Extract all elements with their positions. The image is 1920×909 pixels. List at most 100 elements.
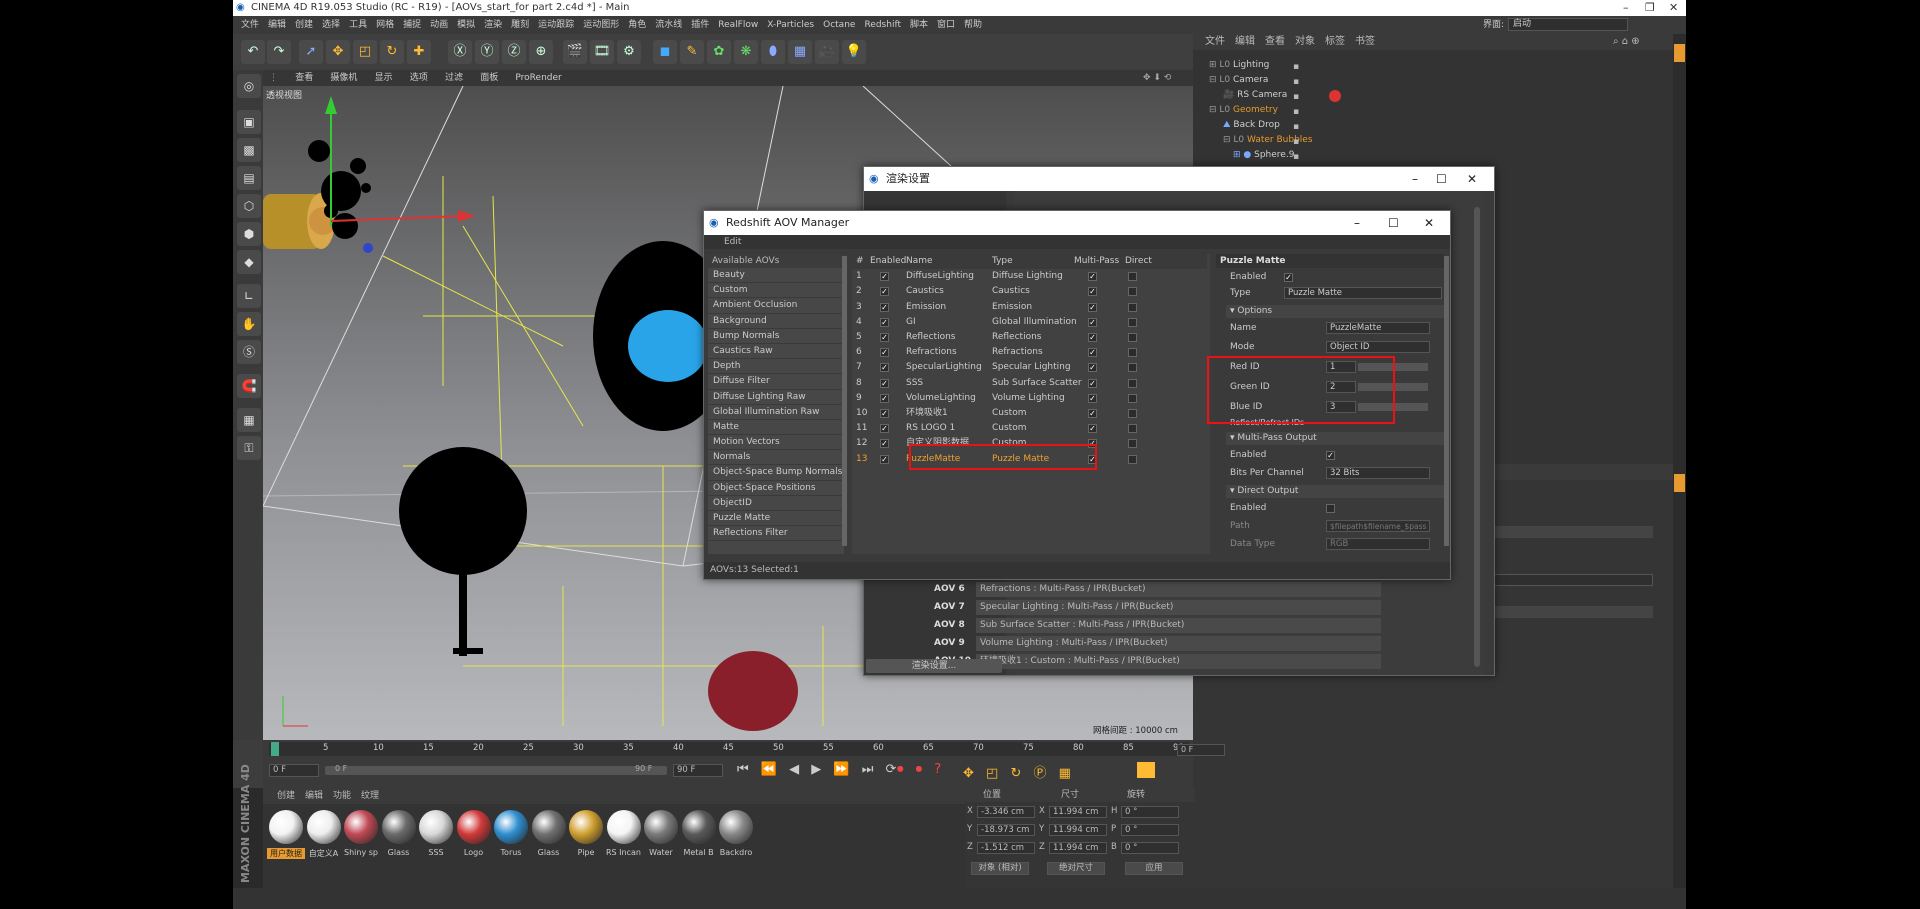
coord-rotation-field[interactable]: 0 ° [1121,806,1179,818]
maximize-icon[interactable]: ☐ [1436,167,1447,191]
aov-multipass-checkbox[interactable]: ✓ [1088,348,1097,358]
menu-script[interactable]: 脚本 [910,20,928,30]
array-icon[interactable]: ❋ [734,40,758,64]
coord-system-icon[interactable]: ⊕ [529,40,553,64]
tweak-icon[interactable]: ✋ [237,312,261,336]
menu-simulate[interactable]: 模拟 [457,20,475,30]
aov-multipass-checkbox[interactable]: ✓ [1088,302,1097,312]
object-camera[interactable]: ⊟ L0 Camera [1209,73,1268,88]
aov-menu-edit[interactable]: Edit [724,237,741,247]
props-name-input[interactable]: PuzzleMatte [1326,322,1430,334]
aov-direct-checkbox[interactable] [1128,317,1137,327]
add-icon[interactable]: ✚ [407,40,431,64]
object-rs-camera[interactable]: 🎥 RS Camera [1223,88,1287,103]
rs-aov-row[interactable]: AOV 7 Specular Lighting : Multi-Pass / IP… [934,600,1381,615]
lock-workplane-icon[interactable]: ⚿ [237,436,261,460]
aov-grid-row[interactable]: 2 ✓ Caustics Caustics ✓ [852,284,1207,299]
material-swatch[interactable] [269,810,303,844]
aov-enabled-checkbox[interactable]: ✓ [880,424,889,434]
menu-help[interactable]: 帮助 [964,20,982,30]
menu-plugins[interactable]: 插件 [691,20,709,30]
x-axis-icon[interactable]: Ⓧ [448,40,472,64]
aov-grid-row[interactable]: 4 ✓ GI Global Illumination ✓ [852,315,1207,330]
object-sphere-9[interactable]: ⊞ ● Sphere.9 [1233,148,1294,163]
pen-icon[interactable]: ✎ [680,40,704,64]
available-aov-item[interactable]: Puzzle Matte [708,511,844,527]
grid-icon[interactable]: ▦ [237,408,261,432]
render-settings-button[interactable]: 渲染设置... [866,659,1002,673]
viewport-menu-cameras[interactable]: 摄像机 [330,73,357,83]
rs-aov-row[interactable]: AOV 9 Volume Lighting : Multi-Pass / IPR(… [934,636,1381,651]
menu-octane[interactable]: Octane [823,20,855,30]
axis-mode-icon[interactable]: ∟ [237,284,261,308]
coord-size-field[interactable]: 11.994 cm [1049,824,1107,836]
aov-direct-checkbox[interactable] [1128,363,1137,373]
rs-aov-row[interactable]: AOV 6 Refractions : Multi-Pass / IPR(Buck… [934,582,1381,597]
move-icon[interactable]: ✥ [326,40,350,64]
props-bits-select[interactable]: 32 Bits [1326,467,1430,479]
props-datatype-select[interactable]: RGB [1326,538,1430,550]
coord-rotation-field[interactable]: 0 ° [1121,842,1179,854]
coord-mode-select[interactable]: 对象 (相对) [971,862,1029,875]
mat-menu-edit[interactable]: 编辑 [305,791,323,801]
deformer-icon[interactable]: ⬮ [761,40,785,64]
available-aov-item[interactable]: Object-Space Positions [708,480,844,496]
props-enabled-checkbox[interactable]: ✓ [1284,273,1293,282]
aov-multipass-checkbox[interactable]: ✓ [1088,393,1097,403]
rotate-icon[interactable]: ↻ [380,40,404,64]
aov-direct-checkbox[interactable] [1128,393,1137,403]
mat-menu-create[interactable]: 创建 [277,791,295,801]
aov-multipass-checkbox[interactable]: ✓ [1088,272,1097,282]
aov-multipass-checkbox[interactable]: ✓ [1088,363,1097,373]
minimize-icon[interactable]: – [1623,0,1629,16]
menu-window[interactable]: 窗口 [937,20,955,30]
menu-pipeline[interactable]: 流水线 [655,20,682,30]
available-aov-item[interactable]: Matte [708,419,844,436]
object-back-drop[interactable]: ⛰ Back Drop [1223,118,1280,133]
material-swatch[interactable] [606,810,641,844]
range-slider[interactable]: 0 F 90 F [325,764,667,775]
maximize-icon[interactable]: ☐ [1388,211,1399,235]
coord-position-field[interactable]: -1.512 cm [977,842,1035,854]
menu-sculpt[interactable]: 雕刻 [511,20,529,30]
om-menu-file[interactable]: 文件 [1205,36,1225,47]
available-aov-item[interactable]: Motion Vectors [708,435,844,451]
props-options-header[interactable]: ▾ Options [1226,305,1446,318]
props-type-select[interactable]: Puzzle Matte [1284,287,1442,299]
aov-direct-checkbox[interactable] [1128,378,1137,388]
restore-icon[interactable]: ❐ [1645,0,1655,16]
menu-tools[interactable]: 工具 [349,20,367,30]
render-settings-scrollbar[interactable] [1474,207,1480,667]
select-arrow-icon[interactable]: ➚ [299,40,323,64]
menu-realflow[interactable]: RealFlow [718,20,758,30]
aov-direct-checkbox[interactable] [1128,348,1137,358]
current-frame-field[interactable]: 0 F [1177,744,1225,756]
available-aov-item[interactable]: Diffuse Filter [708,374,844,390]
props-path-input[interactable]: $filepath$filename_$pass [1326,520,1430,532]
props-multipass-enabled-checkbox[interactable]: ✓ [1326,451,1335,460]
close-icon[interactable]: ✕ [1669,0,1678,16]
scale-icon[interactable]: ◰ [353,40,377,64]
material-swatch[interactable] [381,810,416,844]
available-aov-item[interactable]: Object-Space Bump Normals [708,465,844,481]
om-menu-bookmarks[interactable]: 书签 [1355,36,1375,47]
aov-enabled-checkbox[interactable]: ✓ [880,378,889,388]
menu-mesh[interactable]: 网格 [376,20,394,30]
aov-enabled-checkbox[interactable]: ✓ [880,333,889,342]
viewport-menu-panel[interactable]: 面板 [480,73,498,83]
available-aov-item[interactable]: Depth [708,359,844,375]
record-controls[interactable]: ⏺ ⏺ ? [897,762,945,777]
mat-menu-function[interactable]: 功能 [333,791,351,801]
timeline-editor-icon[interactable] [1137,762,1155,778]
coord-size-mode-select[interactable]: 绝对尺寸 [1047,862,1105,875]
rs-aov-row[interactable]: AOV 8 Sub Surface Scatter : Multi-Pass / … [934,618,1381,633]
menu-redshift[interactable]: Redshift [864,20,901,30]
props-multipass-header[interactable]: ▾ Multi-Pass Output [1226,432,1446,445]
aov-grid-row[interactable]: 11 ✓ RS LOGO 1 Custom ✓ [852,421,1207,436]
menu-render[interactable]: 渲染 [484,20,502,30]
menu-animate[interactable]: 动画 [430,20,448,30]
menu-character[interactable]: 角色 [628,20,646,30]
available-aov-item[interactable]: Normals [708,450,844,466]
material-swatch[interactable] [456,810,491,844]
aov-direct-checkbox[interactable] [1128,409,1137,418]
